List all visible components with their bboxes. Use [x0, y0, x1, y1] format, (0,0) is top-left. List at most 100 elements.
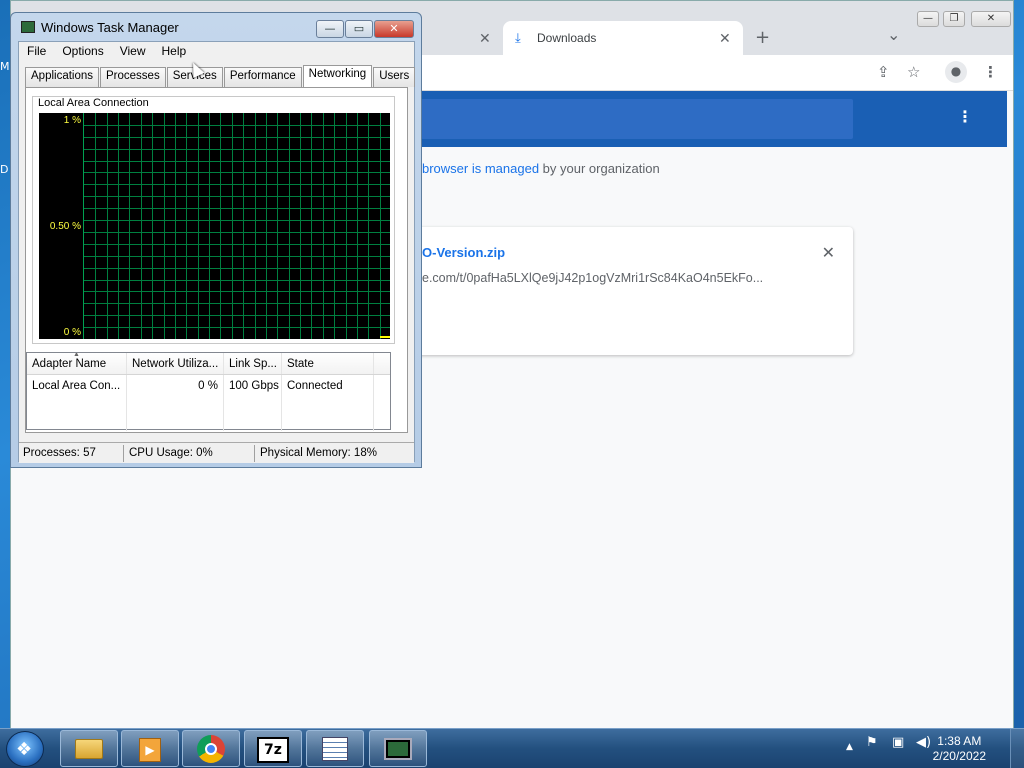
grid-line-vertical: [357, 113, 358, 339]
network-graph-frame: Local Area Connection 1 % 0.50 % 0 %: [32, 96, 395, 344]
grid-line-vertical: [95, 113, 96, 339]
utilization-trace: [380, 336, 390, 338]
col-network-utilization[interactable]: Network Utiliza...: [127, 353, 224, 374]
download-url[interactable]: e.com/t/0pafHa5LXlQe9jJ42p1ogVzMri1rSc84…: [422, 271, 763, 285]
tab-applications[interactable]: Applications: [25, 67, 100, 87]
grid-line-vertical: [334, 113, 335, 339]
clock-time: 1:38 AM: [937, 734, 982, 748]
share-icon[interactable]: ⇪: [877, 63, 890, 81]
menu-options[interactable]: Options: [54, 42, 111, 62]
show-desktop-button[interactable]: [1010, 729, 1024, 768]
grid-line-vertical: [255, 113, 256, 339]
network-icon[interactable]: ▣: [892, 735, 904, 750]
media-player-icon[interactable]: ▶: [121, 730, 179, 767]
chrome-close-button[interactable]: ✕: [971, 11, 1011, 27]
adapter-list: ▲ Adapter Name Network Utiliza... Link S…: [26, 352, 391, 431]
close-button[interactable]: ✕: [374, 20, 414, 38]
cell-speed: 100 Gbps: [224, 375, 282, 431]
grid-line-vertical: [380, 113, 381, 339]
7zip-icon[interactable]: 7z: [244, 730, 302, 767]
status-divider: [123, 445, 124, 462]
grid-line-vertical: [186, 113, 187, 339]
menu-file[interactable]: File: [19, 42, 54, 62]
grid-line-vertical: [141, 113, 142, 339]
tab-close-icon[interactable]: ✕: [719, 30, 731, 47]
download-icon: ⤓: [515, 30, 521, 45]
grid-line-vertical: [277, 113, 278, 339]
grid-line-vertical: [346, 113, 347, 339]
grid-line-vertical: [198, 113, 199, 339]
grid-line-vertical: [300, 113, 301, 339]
show-hidden-icons-button[interactable]: ▲: [846, 742, 853, 752]
chrome-tab-previous[interactable]: ✕: [423, 21, 511, 55]
task-manager-window: Windows Task Manager — ▭ ✕ File Options …: [10, 12, 422, 468]
explorer-icon[interactable]: [60, 730, 118, 767]
status-processes: Processes: 57: [23, 447, 96, 459]
menu-help[interactable]: Help: [154, 42, 195, 62]
cell-state: Connected: [282, 375, 374, 431]
managed-notice: browser is managed by your organization: [422, 161, 660, 176]
notepad-icon[interactable]: [306, 730, 364, 767]
grid-line-vertical: [209, 113, 210, 339]
action-center-flag-icon[interactable]: ⚑: [866, 735, 878, 750]
status-cpu: CPU Usage: 0%: [129, 447, 213, 459]
grid-line-vertical: [175, 113, 176, 339]
profile-icon[interactable]: ●: [945, 61, 967, 83]
y-label-mid: 0.50 %: [49, 221, 81, 232]
grid-line-vertical: [118, 113, 119, 339]
grid-line-vertical: [289, 113, 290, 339]
grid-line-vertical: [266, 113, 267, 339]
tab-search-icon[interactable]: ⌄: [887, 25, 900, 44]
sort-arrow-icon: ▲: [73, 353, 80, 358]
remove-download-icon[interactable]: ✕: [822, 243, 835, 262]
bookmark-star-icon[interactable]: ☆: [907, 63, 920, 81]
grid-line-vertical: [311, 113, 312, 339]
menu-bar: File Options View Help: [19, 42, 414, 62]
chrome-menu-icon[interactable]: ⋮: [983, 63, 998, 81]
maximize-button[interactable]: ▭: [345, 20, 373, 38]
adapter-list-header: ▲ Adapter Name Network Utiliza... Link S…: [27, 353, 390, 375]
status-memory: Physical Memory: 18%: [260, 447, 377, 459]
task-manager-body: File Options View Help Applications Proc…: [18, 41, 416, 463]
chrome-minimize-button[interactable]: —: [917, 11, 939, 27]
chrome-maximize-button[interactable]: ❐: [943, 11, 965, 27]
7zip-label: 7z: [257, 737, 289, 763]
graph-grid: [83, 113, 390, 339]
y-label-min: 0 %: [63, 327, 81, 338]
clock-date: 2/20/2022: [932, 749, 986, 763]
desktop-icon-fragment[interactable]: D: [0, 163, 10, 176]
network-utilization-graph: 1 % 0.50 % 0 %: [39, 113, 390, 339]
taskbar: ❖ ▶ 7z ▲ ⚑ ▣ ◀) 1:38 AM 2/20/2022: [0, 728, 1024, 768]
downloads-search-bar[interactable]: [421, 99, 853, 139]
tab-users[interactable]: Users: [373, 67, 416, 87]
grid-line-vertical: [107, 113, 108, 339]
volume-icon[interactable]: ◀): [916, 735, 931, 750]
tab-processes[interactable]: Processes: [100, 67, 166, 87]
clock[interactable]: 1:38 AM 2/20/2022: [933, 734, 986, 764]
tab-performance[interactable]: Performance: [223, 67, 302, 87]
table-row[interactable]: Local Area Con... 0 % 100 Gbps Connected: [27, 375, 390, 431]
menu-view[interactable]: View: [112, 42, 154, 62]
start-button[interactable]: ❖: [6, 731, 44, 767]
status-bar: Processes: 57 CPU Usage: 0% Physical Mem…: [19, 442, 414, 463]
managed-link[interactable]: browser is managed: [422, 161, 539, 176]
download-file-name[interactable]: O-Version.zip: [422, 245, 505, 260]
networking-panel: Local Area Connection 1 % 0.50 % 0 % ▲ A…: [25, 87, 408, 433]
tab-networking[interactable]: Networking: [302, 65, 373, 87]
grid-line-vertical: [323, 113, 324, 339]
minimize-button[interactable]: —: [316, 20, 344, 38]
col-adapter-name[interactable]: ▲ Adapter Name: [27, 353, 127, 374]
col-link-speed[interactable]: Link Sp...: [224, 353, 282, 374]
desktop-icon-fragment[interactable]: M: [0, 60, 10, 73]
tab-title: Downloads: [537, 31, 597, 45]
tab-close-icon[interactable]: ✕: [479, 30, 491, 47]
downloads-more-icon[interactable]: ⋮: [957, 107, 973, 126]
tab-strip: Applications Processes Services Performa…: [25, 65, 416, 87]
grid-line-vertical: [232, 113, 233, 339]
chrome-tab-downloads[interactable]: ⤓ Downloads ✕: [503, 21, 743, 55]
new-tab-button[interactable]: +: [755, 27, 770, 48]
chrome-icon[interactable]: [182, 730, 240, 767]
download-item-card: O-Version.zip e.com/t/0pafHa5LXlQe9jJ42p…: [411, 227, 853, 355]
taskmanager-icon[interactable]: [369, 730, 427, 767]
col-state[interactable]: State: [282, 353, 374, 374]
